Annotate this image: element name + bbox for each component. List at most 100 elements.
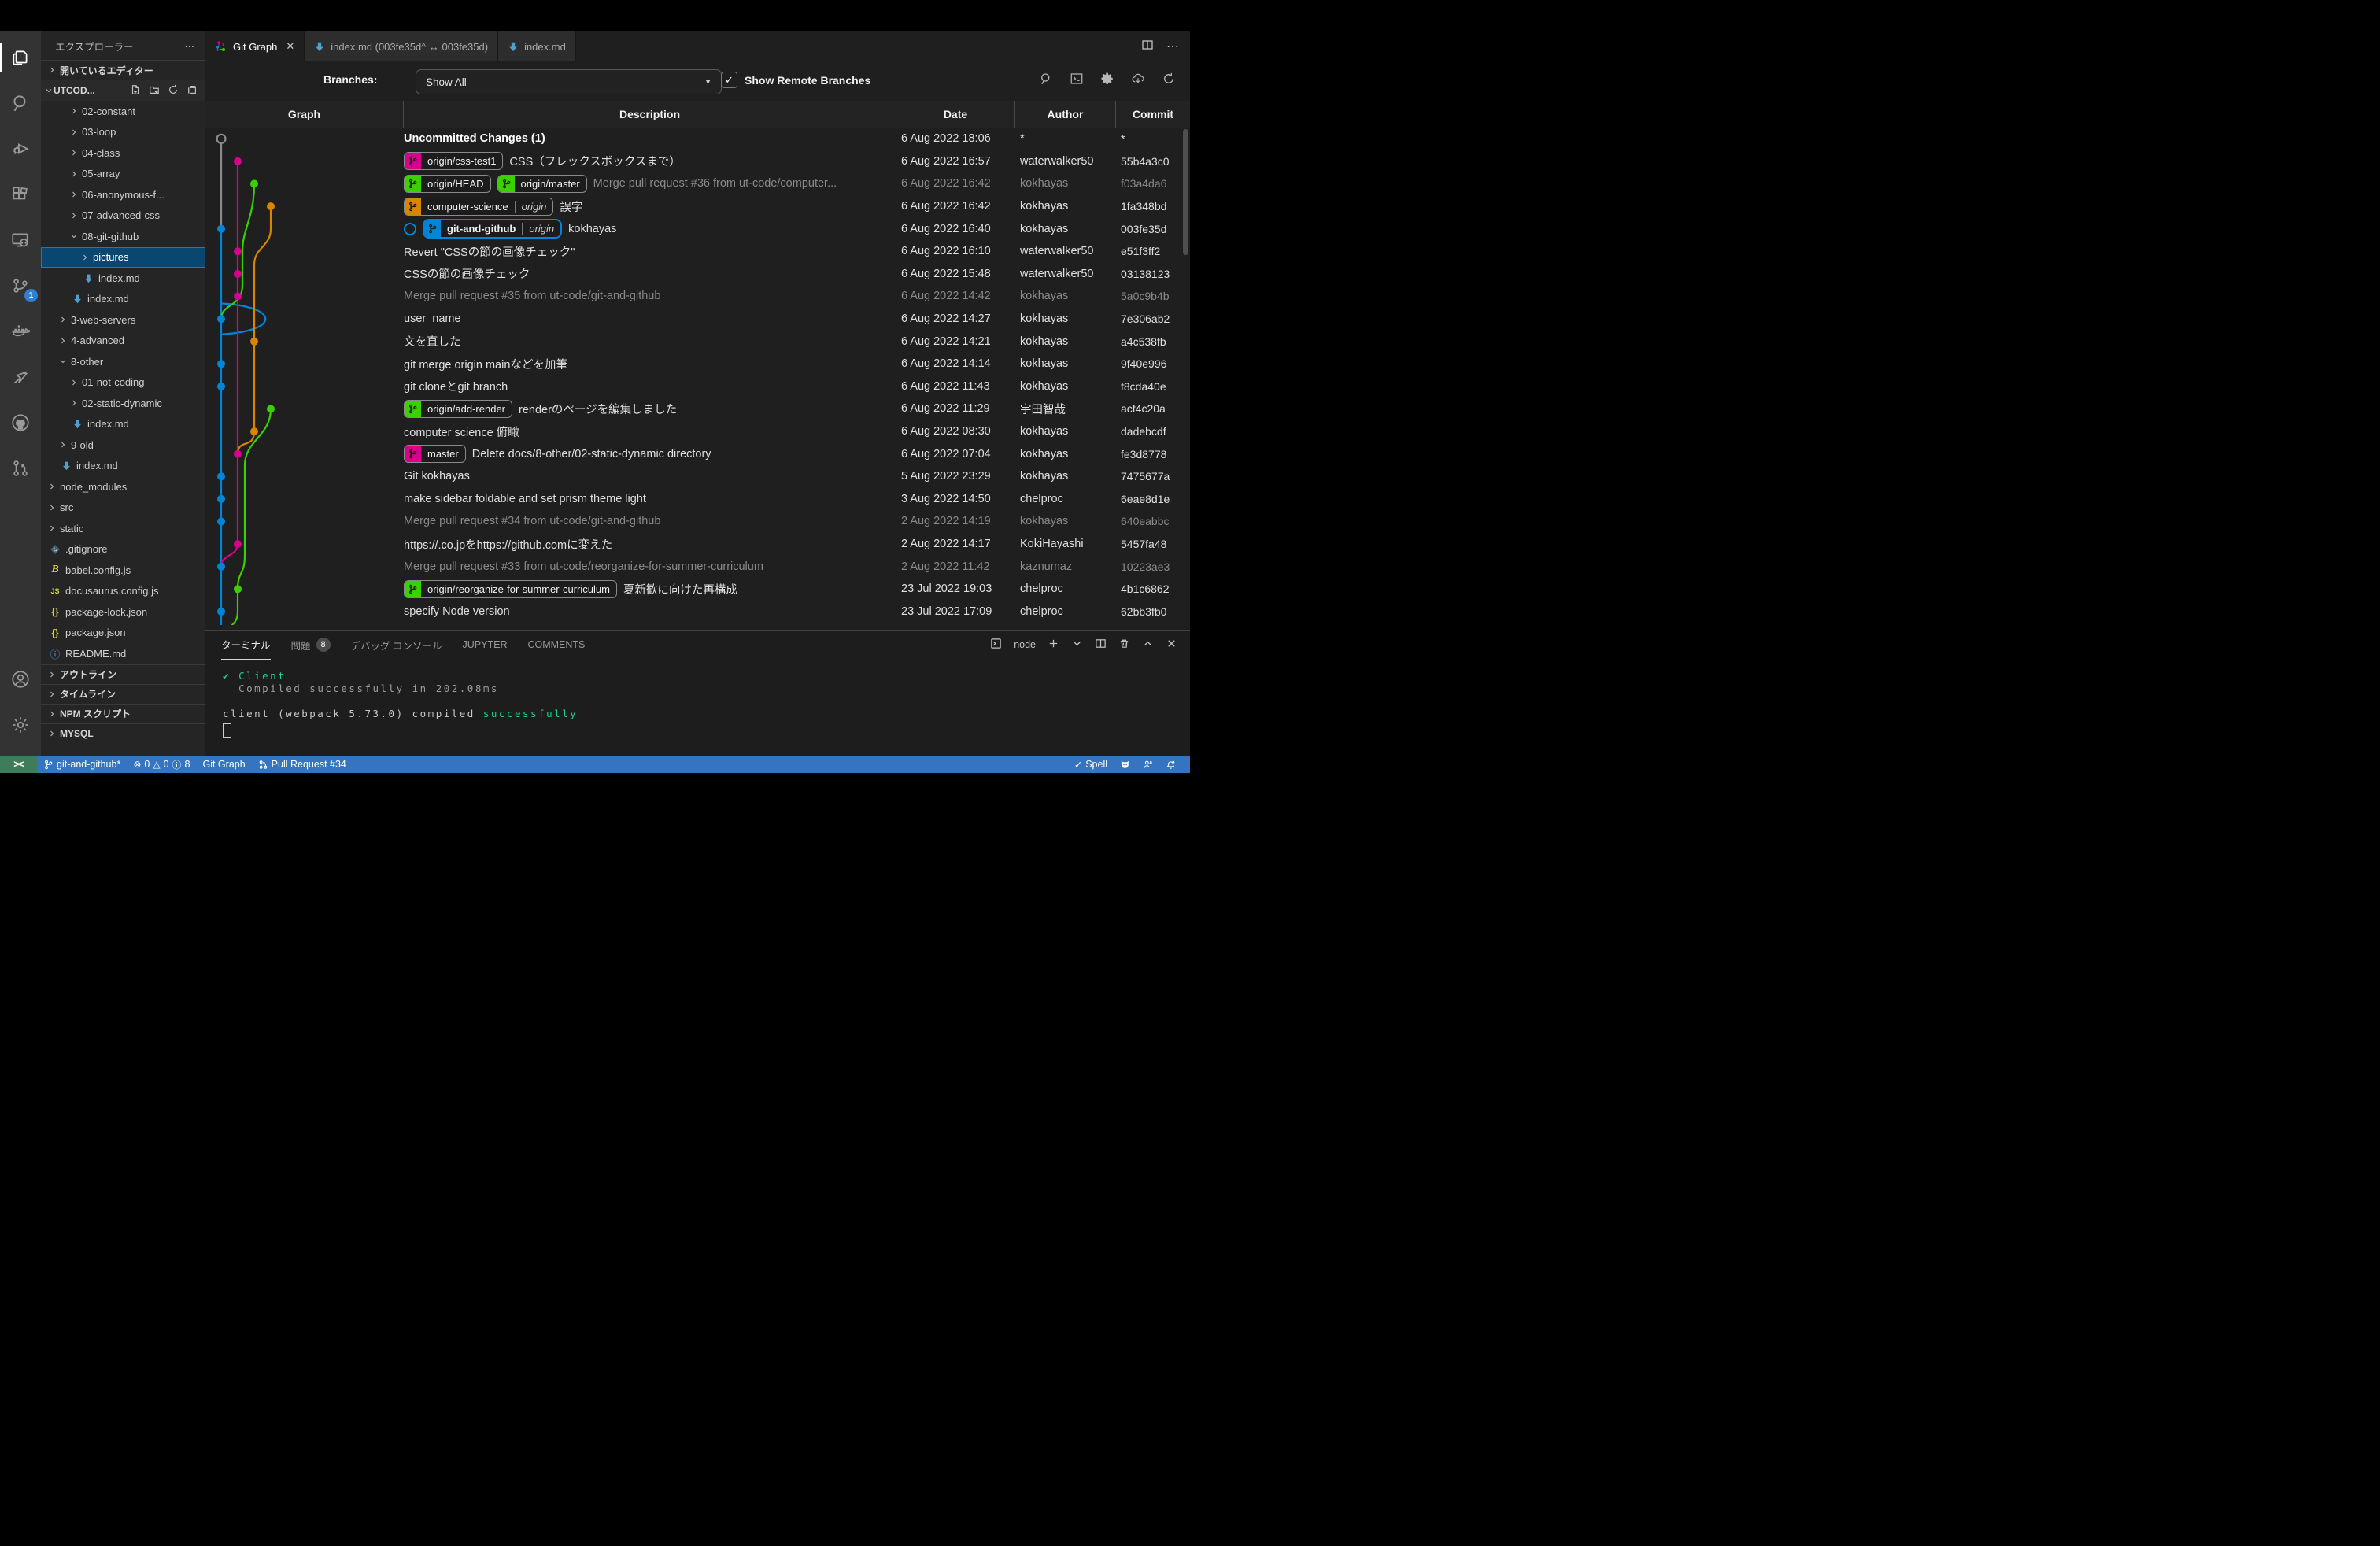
find-commit-icon[interactable] bbox=[1039, 72, 1053, 90]
branch-label[interactable]: origin/HEAD bbox=[404, 175, 491, 193]
col-description[interactable]: Description bbox=[404, 101, 896, 128]
scrollbar-thumb[interactable] bbox=[1183, 129, 1188, 255]
search-icon[interactable] bbox=[0, 83, 41, 123]
tree-item-node-modules[interactable]: node_modules bbox=[41, 476, 205, 497]
tree-item-06-anonymous-f-[interactable]: 06-anonymous-f... bbox=[41, 184, 205, 205]
status-git-graph[interactable]: Git Graph bbox=[196, 756, 251, 773]
project-section-header[interactable]: UTCOD... bbox=[41, 80, 205, 101]
commit-row[interactable]: https://.co.jpをhttps://github.comに変えた2 A… bbox=[205, 533, 1190, 556]
docker-icon[interactable] bbox=[0, 312, 41, 351]
open-editors-section[interactable]: 開いているエディター bbox=[41, 60, 205, 80]
remote-explorer-icon[interactable] bbox=[0, 220, 41, 260]
col-author[interactable]: Author bbox=[1015, 101, 1116, 128]
commit-row[interactable]: Merge pull request #35 from ut-code/git-… bbox=[205, 285, 1190, 308]
sidebar-section-アウトライン[interactable]: アウトライン bbox=[41, 664, 205, 684]
tree-item-package-lock-json[interactable]: {}package-lock.json bbox=[41, 601, 205, 623]
commit-row[interactable]: Git kokhayas5 Aug 2022 23:29kokhayas7475… bbox=[205, 465, 1190, 488]
pull-request-icon[interactable] bbox=[0, 449, 41, 488]
tree-item-index-md[interactable]: index.md bbox=[41, 268, 205, 289]
source-control-graph-icon[interactable]: 1 bbox=[0, 266, 41, 305]
tab-terminal[interactable]: ターミナル bbox=[221, 631, 271, 660]
explorer-icon[interactable] bbox=[0, 38, 41, 77]
commit-row[interactable]: Merge pull request #34 from ut-code/git-… bbox=[205, 510, 1190, 533]
sidebar-section-NPM スクリプト[interactable]: NPM スクリプト bbox=[41, 704, 205, 723]
terminal-output[interactable]: ✔ Client Compiled successfully in 202.08… bbox=[205, 659, 1190, 741]
commit-row[interactable]: make sidebar foldable and set prism them… bbox=[205, 488, 1190, 511]
close-tab-icon[interactable]: ✕ bbox=[286, 40, 294, 53]
status-branch[interactable]: git-and-github* bbox=[37, 756, 127, 773]
tree-item-02-static-dynamic[interactable]: 02-static-dynamic bbox=[41, 393, 205, 414]
maximize-panel-icon[interactable] bbox=[1142, 638, 1154, 652]
commit-row[interactable]: specify Node version23 Jul 2022 17:09che… bbox=[205, 601, 1190, 623]
split-terminal-icon[interactable] bbox=[1095, 638, 1107, 652]
new-folder-icon[interactable] bbox=[149, 84, 160, 98]
branch-label[interactable]: origin/css-test1 bbox=[404, 152, 503, 170]
status-problems[interactable]: ⊗0 △0 ⓘ8 bbox=[127, 756, 196, 773]
commit-row[interactable]: Merge pull request #33 from ut-code/reor… bbox=[205, 555, 1190, 578]
tab-index-md-diff[interactable]: index.md (003fe35d^ ↔ 003fe35d) bbox=[305, 31, 498, 61]
tab-git-graph[interactable]: Git Graph ✕ bbox=[205, 31, 305, 61]
commit-row[interactable]: Revert "CSSの節の画像チェック"6 Aug 2022 16:10wat… bbox=[205, 240, 1190, 263]
col-graph[interactable]: Graph bbox=[205, 101, 404, 128]
branch-label[interactable]: origin/add-render bbox=[404, 400, 512, 418]
commit-row[interactable]: origin/css-test1CSS（フレックスボックスまで）6 Aug 20… bbox=[205, 150, 1190, 173]
tree-item--gitignore[interactable]: .gitignore bbox=[41, 539, 205, 560]
kill-terminal-icon[interactable] bbox=[1118, 638, 1130, 652]
tree-item-readme-md[interactable]: ⓘREADME.md bbox=[41, 643, 205, 664]
tree-item-01-not-coding[interactable]: 01-not-coding bbox=[41, 372, 205, 394]
tree-item-static[interactable]: static bbox=[41, 518, 205, 539]
tab-problems[interactable]: 問題8 bbox=[291, 631, 331, 659]
commit-row[interactable]: origin/reorganize-for-summer-curriculum夏… bbox=[205, 578, 1190, 601]
tree-item-07-advanced-css[interactable]: 07-advanced-css bbox=[41, 205, 205, 227]
tree-item-3-web-servers[interactable]: 3-web-servers bbox=[41, 309, 205, 331]
graph-settings-icon[interactable] bbox=[1100, 72, 1114, 90]
terminal-dropdown-icon[interactable] bbox=[1071, 638, 1083, 652]
tree-item-02-constant[interactable]: 02-constant bbox=[41, 101, 205, 122]
col-commit[interactable]: Commit bbox=[1116, 101, 1190, 128]
tab-index-md[interactable]: index.md bbox=[498, 31, 576, 61]
status-pull-request[interactable]: Pull Request #34 bbox=[252, 756, 353, 773]
commit-row[interactable]: git-and-githuboriginkokhayas6 Aug 2022 1… bbox=[205, 217, 1190, 240]
tree-item-index-md[interactable]: index.md bbox=[41, 289, 205, 310]
shell-label[interactable]: node bbox=[1014, 639, 1036, 650]
col-date[interactable]: Date bbox=[896, 101, 1015, 128]
fetch-cloud-icon[interactable] bbox=[1131, 72, 1145, 90]
tree-item-08-git-github[interactable]: 08-git-github bbox=[41, 226, 205, 247]
branch-label[interactable]: origin/reorganize-for-summer-curriculum bbox=[404, 580, 617, 598]
terminal-icon[interactable] bbox=[1070, 72, 1084, 90]
tree-item-babel-config-js[interactable]: Bbabel.config.js bbox=[41, 560, 205, 581]
commit-row[interactable]: 文を直した6 Aug 2022 14:21kokhayasa4c538fb bbox=[205, 330, 1190, 353]
tree-item-docusaurus-config-js[interactable]: JSdocusaurus.config.js bbox=[41, 581, 205, 602]
new-terminal-icon[interactable] bbox=[1048, 638, 1059, 652]
commit-row[interactable]: CSSの節の画像チェック6 Aug 2022 15:48waterwalker5… bbox=[205, 263, 1190, 286]
branch-label[interactable]: origin/master bbox=[497, 175, 587, 193]
commit-row[interactable]: git cloneとgit branch6 Aug 2022 11:43kokh… bbox=[205, 375, 1190, 398]
tab-comments[interactable]: COMMENTS bbox=[527, 631, 585, 659]
tree-item-9-old[interactable]: 9-old bbox=[41, 435, 205, 456]
tree-item-package-json[interactable]: {}package.json bbox=[41, 623, 205, 644]
tree-item-04-class[interactable]: 04-class bbox=[41, 142, 205, 164]
commit-row[interactable]: masterDelete docs/8-other/02-static-dyna… bbox=[205, 442, 1190, 465]
tab-debug-console[interactable]: デバッグ コンソール bbox=[351, 631, 442, 659]
tree-item-03-loop[interactable]: 03-loop bbox=[41, 122, 205, 143]
sidebar-section-タイムライン[interactable]: タイムライン bbox=[41, 684, 205, 704]
status-spell[interactable]: ✓Spell bbox=[1068, 756, 1114, 773]
tab-jupyter[interactable]: JUPYTER bbox=[463, 631, 508, 659]
remote-indicator[interactable]: >< bbox=[0, 756, 37, 773]
settings-gear-icon[interactable] bbox=[0, 705, 41, 745]
refresh-graph-icon[interactable] bbox=[1162, 72, 1176, 90]
tree-item-4-advanced[interactable]: 4-advanced bbox=[41, 331, 205, 352]
branch-filter-dropdown[interactable]: Show All ▼ bbox=[416, 69, 722, 94]
commit-row[interactable]: Uncommitted Changes (1)6 Aug 2022 18:06*… bbox=[205, 128, 1190, 150]
commit-row[interactable]: computer science 俯瞰6 Aug 2022 08:30kokha… bbox=[205, 420, 1190, 443]
sidebar-more-icon[interactable]: ⋯ bbox=[185, 40, 195, 52]
account-icon[interactable] bbox=[0, 660, 41, 699]
pet-icon[interactable] bbox=[1114, 756, 1136, 773]
collapse-all-icon[interactable] bbox=[187, 84, 198, 98]
close-panel-icon[interactable] bbox=[1166, 638, 1177, 652]
tree-item-index-md[interactable]: index.md bbox=[41, 456, 205, 477]
share-account-icon[interactable] bbox=[1136, 756, 1159, 773]
tree-item-src[interactable]: src bbox=[41, 497, 205, 519]
commit-row[interactable]: computer-scienceorigin誤字6 Aug 2022 16:42… bbox=[205, 195, 1190, 218]
refresh-explorer-icon[interactable] bbox=[168, 84, 179, 98]
